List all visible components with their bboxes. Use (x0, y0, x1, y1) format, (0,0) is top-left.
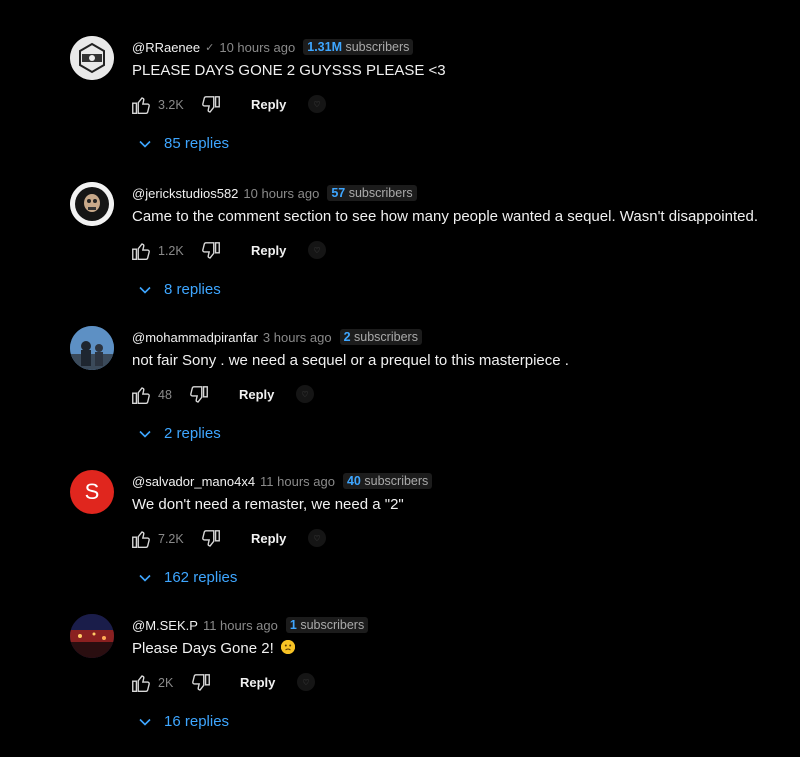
dislike-icon[interactable] (200, 528, 222, 550)
comment-author[interactable]: @salvador_mano4x4 (132, 474, 255, 489)
comment-actions: 1.2K Reply ♡ (130, 240, 370, 264)
view-replies-button[interactable]: 8 replies (138, 281, 221, 298)
comment-actions: 2K Reply ♡ (130, 672, 370, 696)
comment-meta: @RRaenee ✓ 10 hours ago 1.31M subscriber… (132, 39, 414, 55)
reply-button[interactable]: Reply (251, 531, 286, 546)
subscriber-label: subscribers (300, 618, 365, 632)
verified-check-icon: ✓ (205, 41, 215, 54)
view-replies-button[interactable]: 85 replies (138, 135, 229, 152)
reply-button[interactable]: Reply (240, 675, 275, 690)
like-icon[interactable] (130, 240, 152, 262)
reply-button[interactable]: Reply (239, 387, 274, 402)
replies-count: 2 replies (164, 425, 221, 442)
comment-text: not fair Sony . we need a sequel or a pr… (132, 352, 569, 369)
comment-text: We don't need a remaster, we need a "2" (132, 496, 404, 513)
comment-time[interactable]: 11 hours ago (260, 474, 335, 489)
subscriber-badge: 1.31M subscribers (303, 39, 414, 55)
subscriber-count: 2 (343, 330, 351, 344)
reply-button[interactable]: Reply (251, 243, 286, 258)
comment-time[interactable]: 11 hours ago (203, 618, 278, 633)
like-icon[interactable] (130, 528, 152, 550)
subscriber-count: 1.31M (307, 40, 342, 54)
comment-time[interactable]: 10 hours ago (243, 186, 319, 201)
comment-meta: @jerickstudios582 10 hours ago 57 subscr… (132, 185, 417, 201)
subscriber-count: 40 (346, 474, 361, 488)
view-replies-button[interactable]: 16 replies (138, 713, 229, 730)
creator-heart-icon[interactable]: ♡ (308, 529, 326, 547)
like-count: 7.2K (158, 532, 184, 546)
comment-time[interactable]: 3 hours ago (263, 330, 332, 345)
comment-author[interactable]: @M.SEK.P (132, 618, 198, 633)
subscriber-label: subscribers (348, 186, 413, 200)
reply-button[interactable]: Reply (251, 97, 286, 112)
like-count: 2K (158, 676, 174, 690)
comment-meta: @mohammadpiranfar 3 hours ago 2 subscrib… (132, 329, 422, 345)
subscriber-label: subscribers (364, 474, 429, 488)
view-replies-button[interactable]: 2 replies (138, 425, 221, 442)
comment-actions: 48 Reply ♡ (130, 384, 370, 408)
like-count: 1.2K (158, 244, 184, 258)
replies-count: 162 replies (164, 569, 238, 586)
subscriber-label: subscribers (354, 330, 418, 344)
creator-heart-icon[interactable]: ♡ (308, 241, 326, 259)
dislike-icon[interactable] (188, 384, 210, 406)
creator-heart-icon[interactable]: ♡ (297, 673, 315, 691)
chevron-down-icon (139, 430, 151, 438)
chevron-down-icon (139, 286, 151, 294)
comment-text: Came to the comment section to see how m… (132, 208, 759, 225)
like-count: 48 (158, 388, 172, 402)
dislike-icon[interactable] (200, 240, 222, 262)
comment-author[interactable]: @mohammadpiranfar (132, 330, 258, 345)
like-icon[interactable] (130, 94, 152, 116)
subscriber-count: 57 (331, 186, 346, 200)
comment-author[interactable]: @RRaenee (132, 40, 200, 55)
comment-text: PLEASE DAYS GONE 2 GUYSSS PLEASE <3 (132, 62, 446, 79)
avatar[interactable]: S (70, 470, 114, 514)
chevron-down-icon (139, 574, 151, 582)
comment-actions: 7.2K Reply ♡ (130, 528, 370, 552)
chevron-down-icon (139, 140, 151, 148)
subscriber-badge: 40 subscribers (342, 473, 433, 489)
comment-author[interactable]: @jerickstudios582 (132, 186, 238, 201)
avatar[interactable] (70, 614, 114, 658)
subscriber-count: 1 (289, 618, 297, 632)
view-replies-button[interactable]: 162 replies (138, 569, 237, 586)
comment-text-content: Please Days Gone 2! (132, 640, 274, 657)
subscriber-badge: 57 subscribers (327, 185, 417, 201)
comment-thread: @mohammadpiranfar 3 hours ago 2 subscrib… (0, 326, 800, 469)
dislike-icon[interactable] (200, 94, 222, 116)
chevron-down-icon (139, 718, 151, 726)
like-count: 3.2K (158, 98, 184, 112)
like-icon[interactable] (130, 672, 152, 694)
comment-meta: @salvador_mano4x4 11 hours ago 40 subscr… (132, 473, 433, 489)
creator-heart-icon[interactable]: ♡ (296, 385, 314, 403)
replies-count: 8 replies (164, 281, 221, 298)
avatar-letter: S (84, 479, 100, 504)
like-icon[interactable] (130, 384, 152, 406)
comment-time[interactable]: 10 hours ago (219, 40, 295, 55)
comment-text: Please Days Gone 2! (132, 640, 295, 657)
avatar[interactable] (70, 326, 114, 370)
dislike-icon[interactable] (190, 672, 212, 694)
comment-thread: S @salvador_mano4x4 11 hours ago 40 subs… (0, 470, 800, 613)
worried-face-emoji-icon (280, 640, 295, 654)
replies-count: 16 replies (164, 713, 230, 730)
subscriber-badge: 2 subscribers (339, 329, 422, 345)
comment-actions: 3.2K Reply ♡ (130, 94, 370, 118)
subscriber-label: subscribers (345, 40, 410, 54)
comment-thread: @jerickstudios582 10 hours ago 57 subscr… (0, 182, 800, 325)
avatar[interactable] (70, 182, 114, 226)
comment-thread: @RRaenee ✓ 10 hours ago 1.31M subscriber… (0, 36, 800, 179)
comment-thread: @M.SEK.P 11 hours ago 1 subscribers Plea… (0, 614, 800, 757)
comment-meta: @M.SEK.P 11 hours ago 1 subscribers (132, 617, 369, 633)
creator-heart-icon[interactable]: ♡ (308, 95, 326, 113)
subscriber-badge: 1 subscribers (285, 617, 369, 633)
avatar[interactable] (70, 36, 114, 80)
replies-count: 85 replies (164, 135, 230, 152)
